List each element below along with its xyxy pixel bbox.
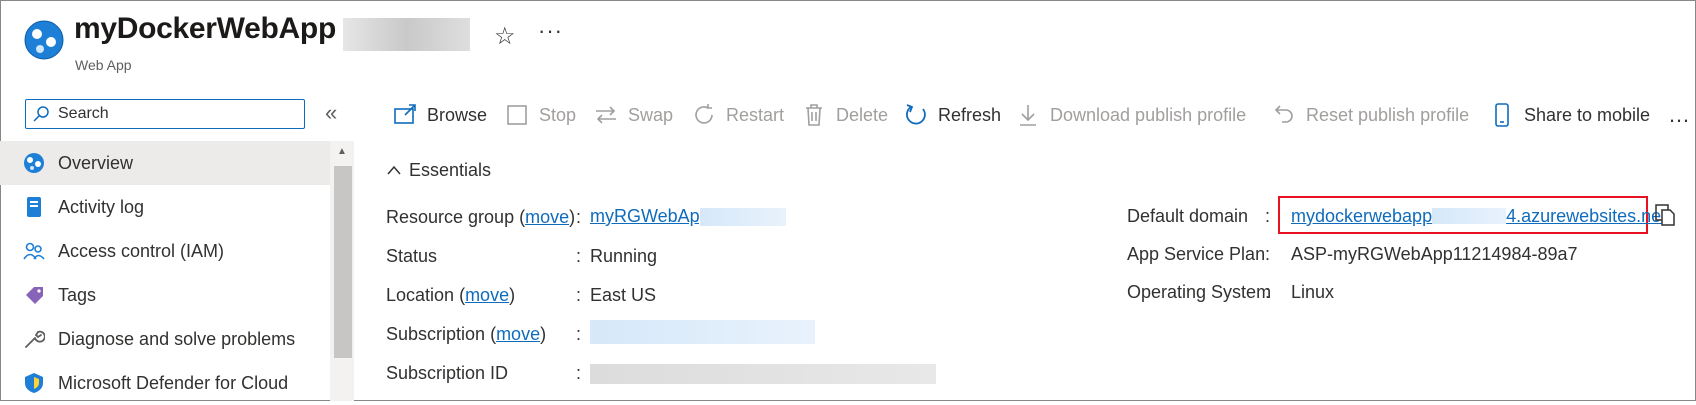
colon: : <box>576 246 582 266</box>
swap-label: Swap <box>628 104 674 125</box>
domain-redaction <box>1432 208 1507 224</box>
resource-group-label: Resource group <box>386 207 515 227</box>
location-row-label: Location (move) <box>386 285 516 305</box>
web-app-globe-icon <box>24 20 64 60</box>
sidebar-item-tags[interactable]: Tags <box>0 273 330 317</box>
redaction <box>700 208 786 226</box>
essentials-heading[interactable]: Essentials <box>409 160 491 181</box>
colon: : <box>576 324 582 344</box>
sidebar-item-access-control[interactable]: Access control (IAM) <box>0 229 330 273</box>
mobile-phone-icon <box>1495 103 1509 127</box>
sidebar-item-activity-log[interactable]: Activity log <box>0 185 330 229</box>
browse-icon <box>394 104 416 124</box>
stop-icon <box>507 105 527 125</box>
sidebar-item-label: Tags <box>58 285 97 305</box>
share-to-mobile-button[interactable]: Share to mobile <box>1490 100 1650 130</box>
restart-icon <box>695 104 713 124</box>
subscription-id-redaction <box>590 364 936 384</box>
sidebar-item-defender[interactable]: Microsoft Defender for Cloud <box>0 361 330 405</box>
swap-button[interactable]: Swap <box>594 100 673 130</box>
wrench-icon <box>25 330 45 348</box>
browse-button[interactable]: Browse <box>393 100 487 130</box>
default-domain-prefix: mydockerwebapp <box>1291 206 1433 226</box>
sidebar-item-label: Diagnose and solve problems <box>58 329 296 349</box>
refresh-icon <box>906 104 926 125</box>
subscription-row-label: Subscription (move) <box>386 324 547 344</box>
more-icon[interactable]: ··· <box>538 18 563 44</box>
sidebar-item-label: Overview <box>58 153 134 173</box>
reset-icon <box>1274 105 1293 123</box>
browse-label: Browse <box>427 104 488 125</box>
download-publish-profile-button[interactable]: Download publish profile <box>1016 100 1246 130</box>
subscription-redaction <box>590 320 815 344</box>
resource-group-row-label: Resource group (move) <box>386 207 576 227</box>
stop-button[interactable]: Stop <box>505 100 576 130</box>
colon: : <box>576 363 582 383</box>
sidebar-item-label: Access control (IAM) <box>58 241 225 261</box>
sidebar-item-label: Microsoft Defender for Cloud <box>58 373 289 393</box>
default-domain-suffix: 4.azurewebsites.net <box>1506 206 1667 226</box>
star-icon[interactable]: ☆ <box>494 22 516 51</box>
default-domain-link[interactable]: mydockerwebapp 4.azurewebsites.net <box>1291 206 1666 226</box>
search-icon <box>33 106 49 122</box>
shield-icon <box>25 373 43 393</box>
subscription-label: Subscription <box>386 324 486 344</box>
app-service-plan-label: App Service Plan <box>1127 244 1266 264</box>
default-domain-value[interactable]: mydockerwebapp 4.azurewebsites.net <box>1291 206 1666 227</box>
delete-button[interactable]: Delete <box>802 100 888 130</box>
tag-icon <box>26 287 43 304</box>
colon: : <box>1265 244 1271 264</box>
more-icon: … <box>1668 102 1690 127</box>
overview-globe-icon <box>24 153 44 173</box>
scroll-up-arrow-icon[interactable]: ▲ <box>337 146 347 157</box>
chevron-up-icon[interactable] <box>386 163 402 177</box>
delete-label: Delete <box>836 104 889 125</box>
restart-label: Restart <box>726 104 785 125</box>
status-label: Status <box>386 246 438 266</box>
location-label: Location <box>386 285 455 305</box>
search-placeholder: Search <box>58 105 109 122</box>
move-resource-group-link[interactable]: move <box>525 207 569 227</box>
swap-icon <box>596 106 616 124</box>
refresh-label: Refresh <box>938 104 1002 125</box>
activity-log-icon <box>27 197 41 217</box>
refresh-button[interactable]: Refresh <box>904 100 1001 130</box>
colon: : <box>576 207 582 227</box>
scrollbar-thumb[interactable] <box>334 166 352 358</box>
resource-type-label: Web App <box>75 57 132 73</box>
people-icon <box>23 242 45 260</box>
sidebar-item-label: Activity log <box>58 197 145 217</box>
share-to-mobile-label: Share to mobile <box>1524 104 1651 125</box>
restart-button[interactable]: Restart <box>692 100 784 130</box>
default-domain-label: Default domain <box>1127 206 1249 226</box>
sidebar-item-diagnose[interactable]: Diagnose and solve problems <box>0 317 330 361</box>
download-icon <box>1020 105 1036 126</box>
page-title: myDockerWebApp <box>74 12 336 45</box>
location-value: East US <box>590 285 657 305</box>
subscription-id-label: Subscription ID <box>386 363 509 383</box>
app-service-plan-value: ASP-myRGWebApp11214984-89a7 <box>1291 244 1578 264</box>
download-publish-profile-label: Download publish profile <box>1050 104 1247 125</box>
toolbar-more-button[interactable]: … <box>1668 100 1690 130</box>
copy-icon[interactable] <box>1654 203 1676 227</box>
stop-label: Stop <box>539 104 577 125</box>
operating-system-label: Operating System <box>1127 282 1272 302</box>
delete-icon <box>806 104 822 126</box>
collapse-sidebar-icon[interactable]: « <box>325 100 337 126</box>
colon: : <box>576 285 582 305</box>
move-location-link[interactable]: move <box>465 285 509 305</box>
sidebar-item-overview[interactable]: Overview <box>0 141 330 185</box>
colon: : <box>1265 206 1271 226</box>
reset-publish-profile-label: Reset publish profile <box>1306 104 1470 125</box>
colon: : <box>1265 282 1271 302</box>
move-subscription-link[interactable]: move <box>496 324 540 344</box>
operating-system-value: Linux <box>1291 282 1335 302</box>
title-redaction <box>343 18 470 51</box>
reset-publish-profile-button[interactable]: Reset publish profile <box>1272 100 1469 130</box>
status-value: Running <box>590 246 658 266</box>
search-input[interactable]: Search <box>25 99 305 129</box>
